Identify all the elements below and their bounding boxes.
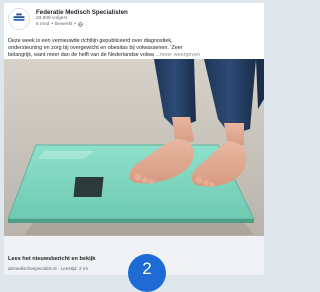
edited-label: Bewerkt: [55, 22, 73, 27]
organization-name[interactable]: Federatie Medisch Specialisten: [36, 9, 128, 16]
meta-separator: •: [74, 22, 77, 27]
feed-post-card: Federatie Medisch Specialisten 23.609 vo…: [4, 3, 264, 275]
post-body: Deze week is een vernieuwde richtlijn ge…: [8, 38, 260, 59]
organization-avatar[interactable]: [8, 8, 30, 30]
link-preview-meta: demedischespecialist.nl · Leestijd: 2 mi: [8, 266, 88, 271]
post-text-line: belangrijk, want meer dan de helft van d…: [8, 52, 260, 59]
post-header: Federatie Medisch Specialisten 23.609 vo…: [4, 3, 264, 30]
link-read-time: Leestijd: 2 mi: [60, 266, 88, 271]
link-preview-title[interactable]: Lees het nieuwsbericht en bekijk: [8, 256, 95, 262]
post-text-line: Deze week is een vernieuwde richtlijn ge…: [8, 38, 173, 44]
post-text-fragment: belangrijk, want meer dan de helft van d…: [8, 52, 154, 58]
post-text-line: ondersteuning en zorg bij overgewicht en…: [8, 45, 183, 51]
post-time: 6 mnd: [36, 22, 50, 27]
post-meta: 6 mnd • Bewerkt •: [36, 22, 83, 27]
see-more-link[interactable]: ...meer weergeven: [155, 52, 200, 58]
post-image[interactable]: [4, 59, 264, 236]
globe-icon: [78, 22, 83, 27]
link-source: demedischespecialist.nl: [8, 266, 57, 271]
meta-separator: •: [51, 22, 54, 27]
follower-count: 23.609 volgers: [36, 16, 68, 21]
notification-count-badge[interactable]: 2: [128, 254, 166, 292]
